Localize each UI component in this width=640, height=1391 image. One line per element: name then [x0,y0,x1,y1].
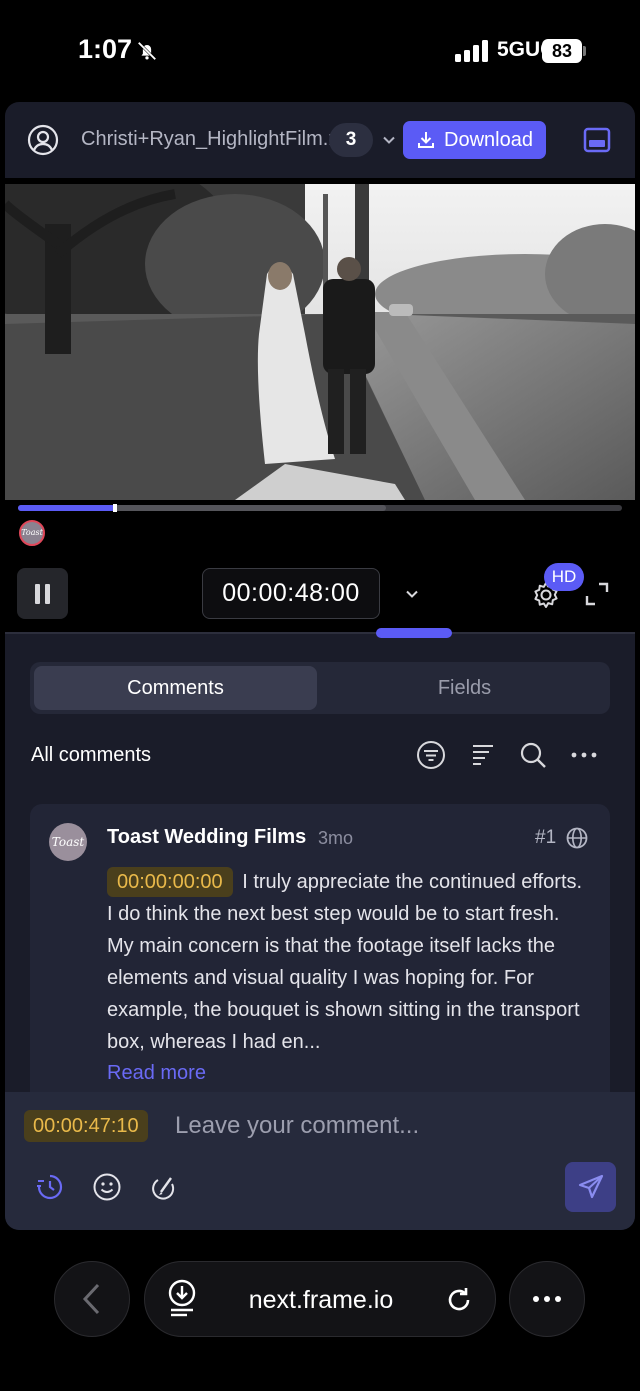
panel-drag-handle[interactable] [376,628,452,638]
reload-icon[interactable] [444,1285,474,1315]
time-range-icon[interactable] [35,1172,65,1202]
comments-filter-label[interactable]: All comments [31,744,151,767]
comment-number: #1 [535,827,557,848]
send-button[interactable] [565,1162,616,1212]
tab-fields[interactable]: Fields [323,666,606,710]
battery-icon: 83 [542,39,582,63]
chevron-down-icon[interactable] [404,586,420,602]
download-icon [418,132,435,148]
pause-icon [35,583,40,604]
read-more-link[interactable]: Read more [107,1062,206,1085]
bell-muted-icon [137,41,157,61]
send-icon [578,1174,603,1199]
browser-more-button[interactable] [509,1261,585,1337]
timecode-display[interactable]: 00:00:48:00 [202,568,380,619]
comment-composer: 00:00:47:10 [5,1092,635,1230]
signal-icon [455,40,488,62]
player-header: Christi+Ryan_HighlightFilm.mp4 3 Downloa… [5,102,635,178]
comment-age: 3mo [318,828,354,848]
tab-comments[interactable]: Comments [34,666,317,710]
user-icon[interactable] [27,124,59,156]
battery-tip [583,46,586,56]
emoji-icon[interactable] [92,1172,122,1202]
draw-icon[interactable] [149,1172,179,1202]
comment-marker-avatar[interactable]: Toast [19,520,45,546]
panel-tabs: Comments Fields [30,662,610,714]
fullscreen-icon[interactable] [584,581,610,607]
chevron-down-icon[interactable] [382,133,396,147]
more-dot [555,1296,561,1302]
download-button[interactable]: Download [403,121,546,159]
more-icon[interactable] [569,740,599,770]
comment-input[interactable] [175,1108,595,1144]
comment-body: 00:00:00:00 I truly appreciate the conti… [107,866,587,1058]
pause-button[interactable] [17,568,68,619]
played-bar [18,505,115,511]
status-bar: 1:07 5GUC 83 [0,0,640,100]
hd-badge[interactable]: HD [544,563,584,591]
comment-author: Toast Wedding Films [107,826,307,848]
video-still [5,184,635,500]
video-frame[interactable] [5,184,635,500]
layout-icon[interactable] [583,126,611,154]
sort-icon[interactable] [468,740,498,770]
timeline-scrubber[interactable] [18,504,622,512]
comment-text: I truly appreciate the continued efforts… [107,871,583,1053]
comment-card[interactable]: Toast Toast Wedding Films 3mo #1 00:00:0… [30,804,610,1104]
search-icon[interactable] [518,740,548,770]
filter-icon[interactable] [416,740,446,770]
pause-icon-bar [45,583,50,604]
status-time: 1:07 [78,34,133,64]
version-badge[interactable]: 3 [329,123,373,157]
browser-back-button[interactable] [54,1261,130,1337]
playhead[interactable] [112,504,117,512]
comment-timecode[interactable]: 00:00:00:00 [107,867,233,897]
composer-timecode[interactable]: 00:00:47:10 [24,1110,148,1142]
chevron-left-icon [82,1283,100,1315]
globe-icon[interactable] [566,827,588,849]
more-dot [544,1296,550,1302]
avatar: Toast [49,823,87,861]
download-label: Download [444,128,533,151]
address-bar[interactable]: next.frame.io [144,1261,496,1337]
more-dot [533,1296,539,1302]
